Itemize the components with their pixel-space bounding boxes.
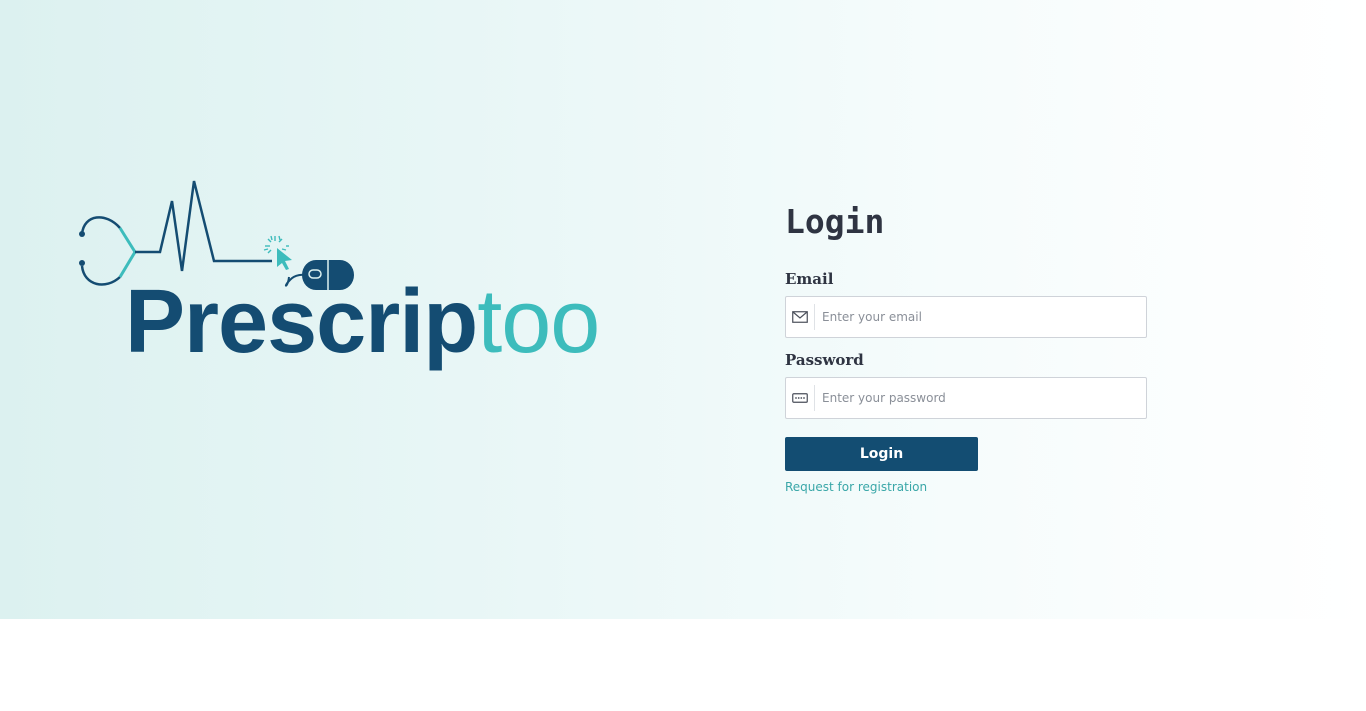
heartbeat-line-icon <box>135 180 272 272</box>
email-label: Email <box>785 270 834 288</box>
login-title: Login <box>785 202 885 241</box>
email-input[interactable] <box>815 298 1146 336</box>
logo-word-teal: too <box>477 272 600 372</box>
password-label: Password <box>785 351 864 369</box>
email-input-wrapper <box>785 296 1147 338</box>
envelope-icon <box>786 304 815 330</box>
login-form: Login Email Password <box>785 200 1150 496</box>
prescriptoo-logo: Prescriptoo <box>76 176 606 381</box>
login-button[interactable]: Login <box>785 437 978 471</box>
request-registration-link[interactable]: Request for registration <box>785 480 927 494</box>
password-input[interactable] <box>815 379 1146 417</box>
logo-word-dark: Prescrip <box>125 272 478 372</box>
password-input-wrapper <box>785 377 1147 419</box>
logo-wordmark: Prescriptoo <box>125 277 600 367</box>
cursor-click-icon <box>263 235 292 270</box>
password-dots-icon <box>786 385 815 411</box>
hero-background: Prescriptoo Login Email Password <box>0 0 1366 619</box>
